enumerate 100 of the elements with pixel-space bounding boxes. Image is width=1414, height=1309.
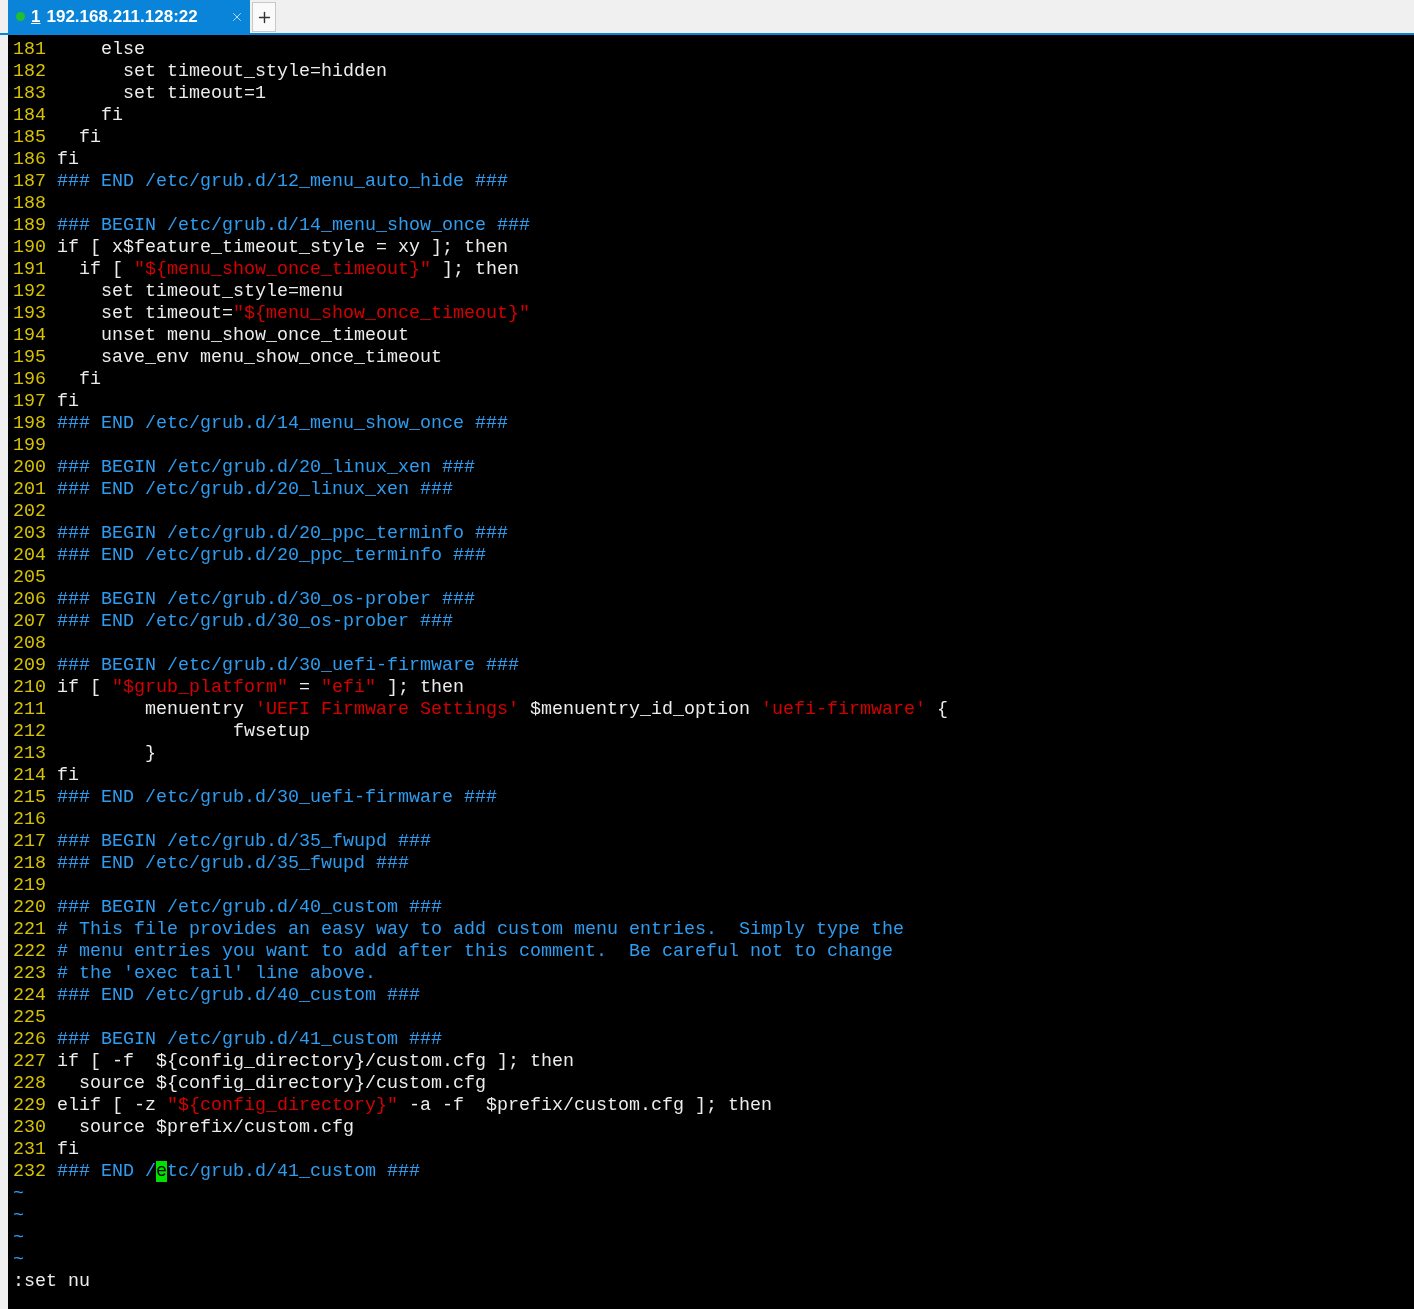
line-number: 230 [13,1117,47,1139]
code-line: ### BEGIN /etc/grub.d/35_fwupd ### [57,831,431,853]
line-number: 216 [13,809,47,831]
code-line: save_env menu_show_once_timeout [100,347,442,369]
code-line: } [144,743,156,765]
code-line: # menu entries you want to add after this comment. Be careful not to change [57,941,893,963]
line-number: 183 [13,83,47,105]
new-tab-button[interactable] [252,2,276,32]
code-line: ### BEGIN /etc/grub.d/20_linux_xen ### [57,457,475,479]
line-number: 196 [13,369,47,391]
line-number: 182 [13,61,47,83]
line-number: 188 [13,193,47,215]
line-number: 200 [13,457,47,479]
code-line: fi [57,765,79,787]
line-number: 193 [13,303,47,325]
line-number: 227 [13,1051,47,1073]
line-number: 207 [13,611,47,633]
line-number: 187 [13,171,47,193]
line-number: 189 [13,215,47,237]
code-line: ### BEGIN /etc/grub.d/30_os-prober ### [57,589,475,611]
line-number: 232 [13,1161,47,1183]
code-line: ### END /etc/grub.d/14_menu_show_once ### [57,413,508,435]
line-number: 228 [13,1073,47,1095]
line-number: 218 [13,853,47,875]
line-number: 229 [13,1095,47,1117]
tab-title: 192.168.211.128:22 [46,5,198,28]
code-line: ### END /etc/grub.d/41_custom ### [57,1161,420,1183]
line-number: 224 [13,985,47,1007]
code-line: if [ -f ${config_directory}/custom.cfg ]; then [57,1051,574,1073]
line-number: 205 [13,567,47,589]
code-line: else [100,39,145,61]
code-line: if [ "${menu_show_once_timeout}" ]; then [78,259,519,281]
line-number: 223 [13,963,47,985]
code-line: set timeout_style=menu [100,281,343,303]
code-line: ### BEGIN /etc/grub.d/14_menu_show_once ### [57,215,530,237]
empty-line-marker: ~ [13,1227,24,1249]
line-number: 197 [13,391,47,413]
tab-index: 1 [31,5,41,28]
code-line: fi [78,127,101,149]
line-number: 213 [13,743,47,765]
line-number: 198 [13,413,47,435]
code-line: ### END /etc/grub.d/20_linux_xen ### [57,479,453,501]
code-line: # the 'exec tail' line above. [57,963,376,985]
code-line: ### BEGIN /etc/grub.d/20_ppc_terminfo ### [57,523,508,545]
line-number: 202 [13,501,47,523]
line-number: 184 [13,105,47,127]
code-line: set timeout="${menu_show_once_timeout}" [100,303,530,325]
code-line: source ${config_directory}/custom.cfg [78,1073,486,1095]
code-line: ### END /etc/grub.d/12_menu_auto_hide ### [57,171,508,193]
code-line: ### END /etc/grub.d/40_custom ### [57,985,420,1007]
line-number: 222 [13,941,47,963]
code-line: set timeout=1 [122,83,266,105]
line-number: 219 [13,875,47,897]
code-line: fi [57,149,79,171]
line-number: 185 [13,127,47,149]
code-line: source $prefix/custom.cfg [78,1117,354,1139]
code-line: ### END /etc/grub.d/30_os-prober ### [57,611,453,633]
code-line: menuentry 'UEFI Firmware Settings' $menuentry_id_option 'uefi-firmware' { [144,699,948,721]
line-number: 208 [13,633,47,655]
line-number: 231 [13,1139,47,1161]
line-number: 212 [13,721,47,743]
empty-line-marker: ~ [13,1205,24,1227]
line-number: 217 [13,831,47,853]
empty-line-marker: ~ [13,1183,24,1205]
session-tab[interactable]: 1 192.168.211.128:22 [8,0,250,33]
code-line: unset menu_show_once_timeout [100,325,409,347]
code-line: fi [100,105,123,127]
code-line: elif [ -z "${config_directory}" -a -f $prefix/custom.cfg ]; then [57,1095,772,1117]
line-number: 225 [13,1007,47,1029]
line-number: 186 [13,149,47,171]
line-number: 195 [13,347,47,369]
line-number: 194 [13,325,47,347]
code-line: ### BEGIN /etc/grub.d/30_uefi-firmware ### [57,655,519,677]
code-line: ### END /etc/grub.d/20_ppc_terminfo ### [57,545,486,567]
line-number: 181 [13,39,47,61]
code-line: # This file provides an easy way to add custom menu entries. Simply type the [57,919,904,941]
line-number: 211 [13,699,47,721]
line-number: 215 [13,787,47,809]
line-number: 203 [13,523,47,545]
line-number: 209 [13,655,47,677]
empty-line-marker: ~ [13,1249,24,1271]
code-line: fwsetup [231,721,310,743]
code-line: fi [57,1139,79,1161]
code-line: ### END /etc/grub.d/35_fwupd ### [57,853,409,875]
code-line: set timeout_style=hidden [122,61,387,83]
command-line: :set nu [13,1271,90,1293]
line-number: 191 [13,259,47,281]
line-number: 210 [13,677,47,699]
line-number: 192 [13,281,47,303]
line-number: 220 [13,897,47,919]
line-number: 190 [13,237,47,259]
line-number: 206 [13,589,47,611]
code-line: ### END /etc/grub.d/30_uefi-firmware ### [57,787,497,809]
line-number: 204 [13,545,47,567]
line-number: 226 [13,1029,47,1051]
code-line: if [ "$grub_platform" = "efi" ]; then [57,677,464,699]
code-line: fi [78,369,101,391]
line-number: 201 [13,479,47,501]
line-number: 221 [13,919,47,941]
code-line: if [ x$feature_timeout_style = xy ]; then [57,237,508,259]
